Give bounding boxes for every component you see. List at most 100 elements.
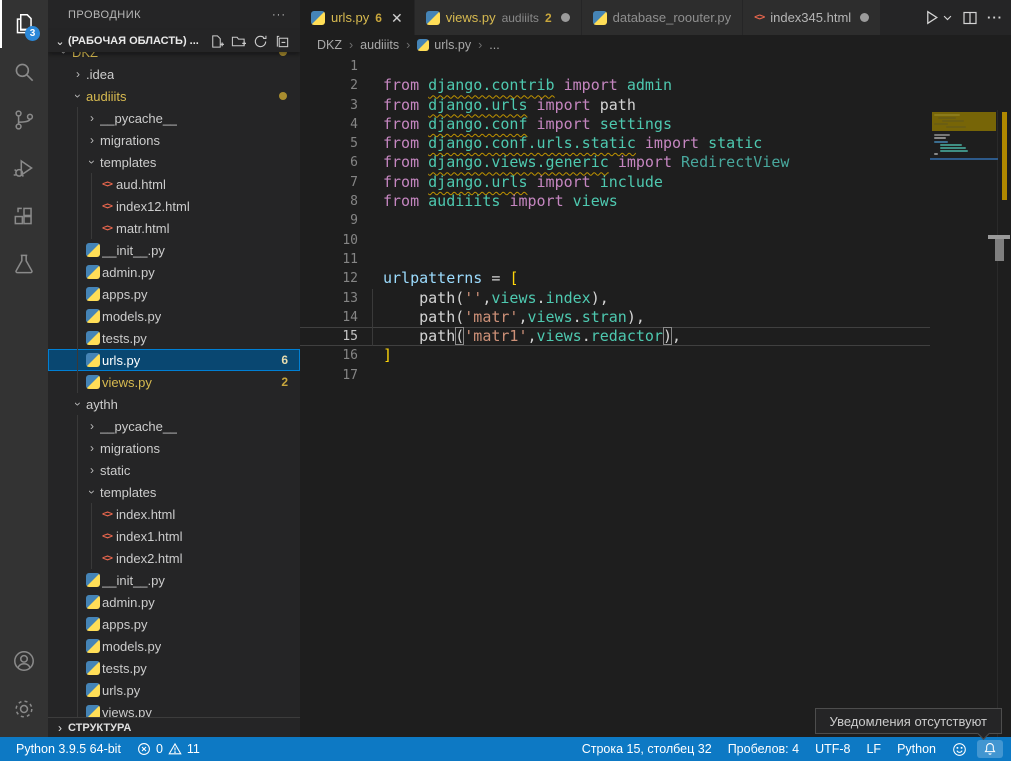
- sidebar-more-actions[interactable]: ···: [272, 9, 286, 21]
- workspace-section-header[interactable]: ⌄ (РАБОЧАЯ ОБЛАСТЬ) ...: [48, 30, 300, 52]
- python-file-icon: [86, 265, 100, 279]
- tree-item-apps-py[interactable]: apps.py: [48, 613, 300, 635]
- source-control-icon[interactable]: [0, 96, 48, 144]
- tree-item-views-py[interactable]: views.py: [48, 701, 300, 718]
- more-actions-button[interactable]: ···: [987, 10, 1003, 25]
- tab-database-roouter-py[interactable]: database_roouter.py: [582, 0, 744, 35]
- tree-item--init-py[interactable]: __init__.py: [48, 239, 300, 261]
- refresh-icon[interactable]: [253, 34, 268, 49]
- accounts-icon[interactable]: [0, 637, 48, 685]
- tree-item-migrations[interactable]: ›migrations: [48, 129, 300, 151]
- status-problems[interactable]: 011: [129, 742, 208, 756]
- dirty-dot-icon[interactable]: [561, 13, 570, 22]
- tab-views-py[interactable]: views.pyaudiiits2: [415, 0, 582, 35]
- tree-item-aythh[interactable]: ›aythh: [48, 393, 300, 415]
- tree-item-templates[interactable]: ›templates: [48, 151, 300, 173]
- code-line-14[interactable]: 14 path('matr',views.stran),: [300, 308, 930, 327]
- breadcrumb-item[interactable]: audiiits: [360, 38, 399, 52]
- run-and-debug-icon[interactable]: [0, 144, 48, 192]
- code-line-6[interactable]: 6from django.views.generic import Redire…: [300, 153, 930, 172]
- breadcrumb-item[interactable]: DKZ: [317, 38, 342, 52]
- dirty-dot-icon[interactable]: [860, 13, 869, 22]
- breadcrumb-item[interactable]: urls.py: [417, 38, 471, 52]
- tree-item-tests-py[interactable]: tests.py: [48, 327, 300, 349]
- status-python-interpreter[interactable]: Python 3.9.5 64-bit: [8, 742, 129, 756]
- code-line-3[interactable]: 3from django.urls import path: [300, 96, 930, 115]
- new-file-icon[interactable]: [209, 34, 224, 49]
- tree-item-urls-py[interactable]: urls.py6: [48, 349, 300, 371]
- outline-section-header[interactable]: › СТРУКТУРА: [48, 717, 300, 737]
- split-editor-button[interactable]: [962, 10, 978, 26]
- tree-item--pycache-[interactable]: ›__pycache__: [48, 107, 300, 129]
- tree-item-apps-py[interactable]: apps.py: [48, 283, 300, 305]
- code-line-5[interactable]: 5from django.conf.urls.static import sta…: [300, 134, 930, 153]
- status-eol[interactable]: LF: [858, 742, 889, 756]
- breadcrumb-item[interactable]: ...: [489, 38, 499, 52]
- tree-item-migrations[interactable]: ›migrations: [48, 437, 300, 459]
- tree-item-label: index12.html: [116, 199, 190, 214]
- code-line-17[interactable]: 17: [300, 366, 930, 385]
- status-indentation[interactable]: Пробелов: 4: [720, 742, 807, 756]
- tree-item-index1-html[interactable]: <>index1.html: [48, 525, 300, 547]
- tree-item-label: views.py: [102, 375, 152, 390]
- tree-item-dkz[interactable]: ›DKZ: [48, 52, 300, 63]
- modified-dot: [279, 92, 287, 100]
- code-line-15[interactable]: 15 path('matr1',views.redactor),: [300, 327, 930, 346]
- new-folder-icon[interactable]: [231, 34, 246, 49]
- code-line-12[interactable]: 12urlpatterns = [: [300, 269, 930, 288]
- tree-item-tests-py[interactable]: tests.py: [48, 657, 300, 679]
- status-encoding[interactable]: UTF-8: [807, 742, 858, 756]
- chevron-collapsed-icon: ›: [84, 441, 100, 455]
- code-line-11[interactable]: 11: [300, 250, 930, 269]
- tree-item-index-html[interactable]: <>index.html: [48, 503, 300, 525]
- status-cursor-position[interactable]: Строка 15, столбец 32: [574, 742, 720, 756]
- tree-item-label: __pycache__: [100, 111, 177, 126]
- code-line-9[interactable]: 9: [300, 211, 930, 230]
- tree-item-templates[interactable]: ›templates: [48, 481, 300, 503]
- activity-bar: 3: [0, 0, 48, 737]
- tree-item-index2-html[interactable]: <>index2.html: [48, 547, 300, 569]
- testing-icon[interactable]: [0, 240, 48, 288]
- tree-item-views-py[interactable]: views.py2: [48, 371, 300, 393]
- editor-scrollbar[interactable]: [997, 110, 1011, 737]
- tree-item-static[interactable]: ›static: [48, 459, 300, 481]
- explorer-icon[interactable]: 3: [0, 0, 48, 48]
- tree-item--pycache-[interactable]: ›__pycache__: [48, 415, 300, 437]
- tree-item-label: urls.py: [102, 683, 140, 698]
- code-line-10[interactable]: 10: [300, 231, 930, 250]
- settings-gear-icon[interactable]: [0, 685, 48, 733]
- line-number: 15: [300, 327, 371, 346]
- status-feedback[interactable]: [944, 742, 975, 757]
- status-language-mode[interactable]: Python: [889, 742, 944, 756]
- extensions-icon[interactable]: [0, 192, 48, 240]
- code-line-1[interactable]: 1: [300, 57, 930, 76]
- tree-item-index12-html[interactable]: <>index12.html: [48, 195, 300, 217]
- search-icon[interactable]: [0, 48, 48, 96]
- tree-item-audiiits[interactable]: ›audiiits: [48, 85, 300, 107]
- collapse-all-icon[interactable]: [275, 34, 290, 49]
- code-line-4[interactable]: 4from django.conf import settings: [300, 115, 930, 134]
- status-notifications-bell[interactable]: [977, 740, 1003, 758]
- tab-urls-py[interactable]: urls.py6✕: [300, 0, 415, 35]
- chevron-expanded-icon: ›: [57, 52, 71, 60]
- tree-item-models-py[interactable]: models.py: [48, 635, 300, 657]
- tab-index345-html[interactable]: <>index345.html: [743, 0, 881, 35]
- minimap[interactable]: [930, 110, 998, 240]
- tree-item--idea[interactable]: ›.idea: [48, 63, 300, 85]
- tree-item-label: aythh: [86, 397, 118, 412]
- code-line-13[interactable]: 13 path('',views.index),: [300, 289, 930, 308]
- tree-item-admin-py[interactable]: admin.py: [48, 591, 300, 613]
- code-line-16[interactable]: 16]: [300, 346, 930, 365]
- tree-item--init-py[interactable]: __init__.py: [48, 569, 300, 591]
- tree-item-matr-html[interactable]: <>matr.html: [48, 217, 300, 239]
- code-line-7[interactable]: 7from django.urls import include: [300, 173, 930, 192]
- run-button[interactable]: [923, 9, 953, 26]
- tree-item-admin-py[interactable]: admin.py: [48, 261, 300, 283]
- code-line-2[interactable]: 2from django.contrib import admin: [300, 76, 930, 95]
- tree-item-urls-py[interactable]: urls.py: [48, 679, 300, 701]
- code-line-8[interactable]: 8from audiiits import views: [300, 192, 930, 211]
- editor-code-area[interactable]: 12from django.contrib import admin3from …: [300, 55, 1011, 737]
- tree-item-models-py[interactable]: models.py: [48, 305, 300, 327]
- close-tab-icon[interactable]: ✕: [391, 11, 403, 25]
- tree-item-aud-html[interactable]: <>aud.html: [48, 173, 300, 195]
